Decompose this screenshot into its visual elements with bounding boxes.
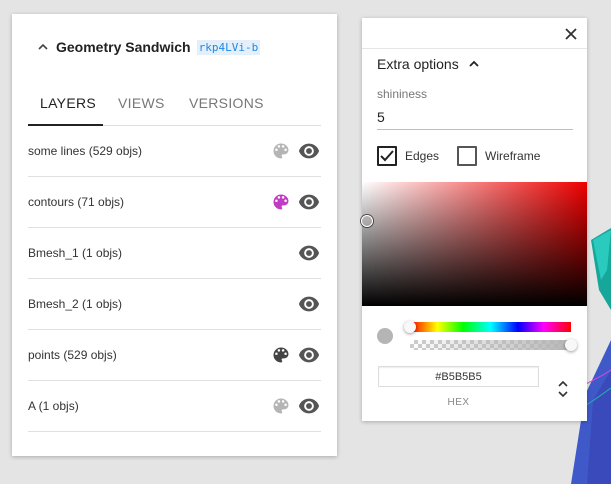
palette-icon[interactable] bbox=[271, 345, 291, 365]
divider bbox=[362, 48, 587, 49]
layer-row[interactable]: contours (71 objs) bbox=[28, 177, 321, 228]
layer-row[interactable]: Bmesh_1 (1 objs) bbox=[28, 228, 321, 279]
layer-row[interactable]: A (1 objs) bbox=[28, 381, 321, 432]
stream-id[interactable]: rkp4LVi-b bbox=[196, 39, 261, 55]
alpha-slider[interactable] bbox=[410, 339, 577, 351]
edges-checkbox[interactable] bbox=[377, 146, 397, 166]
eye-icon[interactable] bbox=[298, 244, 320, 262]
eye-icon[interactable] bbox=[298, 397, 320, 415]
stream-header[interactable]: Geometry Sandwich rkp4LVi-b bbox=[36, 38, 261, 56]
layer-list: some lines (529 objs) contours (71 objs)… bbox=[28, 126, 321, 432]
layer-row[interactable]: Bmesh_2 (1 objs) bbox=[28, 279, 321, 330]
stream-title: Geometry Sandwich bbox=[56, 39, 191, 55]
saturation-area[interactable] bbox=[361, 182, 587, 306]
layer-row[interactable]: some lines (529 objs) bbox=[28, 126, 321, 177]
eye-icon[interactable] bbox=[298, 295, 320, 313]
current-color-swatch bbox=[377, 328, 393, 344]
check-icon bbox=[380, 150, 394, 162]
layer-name: Bmesh_2 (1 objs) bbox=[28, 297, 123, 311]
eye-icon[interactable] bbox=[298, 193, 320, 211]
palette-icon[interactable] bbox=[271, 396, 291, 416]
edges-label: Edges bbox=[405, 149, 440, 163]
alpha-slider-knob[interactable] bbox=[565, 339, 577, 351]
extra-options-title: Extra options bbox=[377, 56, 459, 72]
tab-views[interactable]: VIEWS bbox=[106, 84, 174, 126]
layer-name: Bmesh_1 (1 objs) bbox=[28, 246, 123, 260]
alpha-gradient bbox=[410, 340, 571, 350]
close-icon[interactable] bbox=[563, 26, 579, 42]
layer-row[interactable]: points (529 objs) bbox=[28, 330, 321, 381]
hex-label: HEX bbox=[447, 397, 470, 408]
hue-slider-knob[interactable] bbox=[404, 321, 416, 333]
tab-versions[interactable]: VERSIONS bbox=[177, 84, 273, 126]
hex-input[interactable] bbox=[378, 366, 539, 387]
wireframe-checkbox[interactable] bbox=[457, 146, 478, 166]
extra-options-toggle[interactable]: Extra options bbox=[377, 56, 481, 72]
chevron-up-icon[interactable] bbox=[36, 40, 50, 54]
extra-options-panel: Extra options shininess Edges Wireframe bbox=[361, 18, 587, 421]
render-options: Edges Wireframe bbox=[377, 146, 558, 166]
shininess-input[interactable] bbox=[377, 104, 573, 130]
chevron-up-icon bbox=[469, 60, 479, 67]
palette-icon[interactable] bbox=[271, 141, 291, 161]
shininess-label: shininess bbox=[377, 87, 428, 101]
hue-slider[interactable] bbox=[404, 321, 571, 333]
tab-bar: LAYERS VIEWS VERSIONS bbox=[28, 84, 321, 126]
eye-icon[interactable] bbox=[298, 142, 320, 160]
saturation-black-gradient bbox=[362, 182, 587, 306]
palette-icon[interactable] bbox=[271, 192, 291, 212]
stream-panel: Geometry Sandwich rkp4LVi-b LAYERS VIEWS… bbox=[12, 14, 337, 456]
color-picker: HEX bbox=[361, 182, 587, 421]
eye-icon[interactable] bbox=[298, 346, 320, 364]
chevron-up-down-icon[interactable] bbox=[557, 378, 569, 400]
tab-layers[interactable]: LAYERS bbox=[28, 84, 103, 126]
wireframe-label: Wireframe bbox=[485, 149, 541, 163]
saturation-pointer[interactable] bbox=[361, 215, 373, 227]
